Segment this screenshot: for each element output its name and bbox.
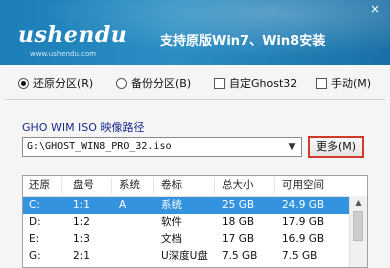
- cell-free: 16.9 GB: [282, 233, 325, 245]
- cell-free: 7.5 GB: [282, 250, 318, 262]
- table-header: 还原 盘号 系统 卷标 总大小 可用空间: [23, 176, 367, 197]
- cell-system: [115, 247, 119, 265]
- column-divider: [153, 178, 154, 194]
- divider: [5, 99, 385, 100]
- column-header-restore[interactable]: 还原: [25, 176, 50, 194]
- cell-volume: 文档: [161, 233, 182, 245]
- cell-total: 7.5 GB: [222, 250, 258, 262]
- installer-window: ushendu www.ushendu.com 支持原版Win7、Win8安装 …: [0, 0, 390, 268]
- cell-free: 24.9 GB: [282, 199, 325, 211]
- restore-partition-radio[interactable]: 还原分区(R): [18, 75, 93, 91]
- header-banner[interactable]: ushendu www.ushendu.com 支持原版Win7、Win8安装 …: [0, 0, 390, 65]
- cell-disk: 1:1: [73, 199, 90, 211]
- cell-volume: 系统: [161, 199, 182, 211]
- cell-disk: 1:2: [73, 216, 90, 228]
- image-path-value: G:\GHOST_WIN8_PRO_32.iso: [27, 141, 172, 152]
- table-row[interactable]: C: 1:1 A 系统 25 GB 24.9 GB: [23, 197, 350, 214]
- cell-volume: 软件: [161, 216, 182, 228]
- manual-checkbox[interactable]: 手动(M): [316, 75, 371, 91]
- checkbox-icon[interactable]: [316, 77, 327, 89]
- restore-partition-label: 还原分区(R): [33, 77, 94, 90]
- cell-drive: E:: [29, 233, 40, 245]
- column-divider: [274, 178, 275, 194]
- radio-checked-icon[interactable]: [18, 77, 29, 89]
- more-button[interactable]: 更多(M): [308, 136, 364, 158]
- column-header-volume[interactable]: 卷标: [157, 176, 182, 194]
- checkbox-icon[interactable]: [214, 77, 225, 89]
- table-row[interactable]: D: 1:2 软件 18 GB 17.9 GB: [23, 214, 350, 231]
- cell-total: 25 GB: [222, 199, 255, 211]
- radio-unchecked-icon[interactable]: [116, 77, 127, 89]
- custom-ghost32-checkbox[interactable]: 自定Ghost32: [214, 75, 297, 91]
- image-path-label: GHO WIM ISO 映像路径: [22, 121, 145, 134]
- scroll-thumb[interactable]: [353, 211, 363, 241]
- table-scrollbar[interactable]: ▲: [349, 196, 367, 267]
- table-row[interactable]: E: 1:3 文档 17 GB 16.9 GB: [23, 231, 350, 248]
- custom-ghost32-label: 自定Ghost32: [229, 77, 298, 90]
- cell-total: 17 GB: [222, 233, 255, 245]
- cell-free: 17.9 GB: [282, 216, 325, 228]
- cell-drive: G:: [29, 250, 41, 262]
- column-header-free[interactable]: 可用空间: [278, 176, 324, 194]
- backup-partition-label: 备份分区(B): [131, 77, 192, 90]
- cell-volume: U深度U盘: [161, 250, 208, 262]
- column-header-disk[interactable]: 盘号: [69, 176, 94, 194]
- column-divider: [61, 178, 62, 194]
- manual-label: 手动(M): [331, 77, 372, 90]
- banner-title: 支持原版Win7、Win8安装: [160, 34, 326, 49]
- table-row[interactable]: G: 2:1 U深度U盘 7.5 GB 7.5 GB: [23, 248, 350, 265]
- ushendu-logo: ushendu: [18, 22, 128, 48]
- chevron-down-icon[interactable]: ▼: [285, 140, 299, 154]
- cell-disk: 2:1: [73, 250, 90, 262]
- mode-options: 还原分区(R) 备份分区(B) 自定Ghost32 手动(M): [0, 73, 390, 95]
- column-divider: [214, 178, 215, 194]
- backup-partition-radio[interactable]: 备份分区(B): [116, 75, 191, 91]
- cell-disk: 1:3: [73, 233, 90, 245]
- cell-total: 18 GB: [222, 216, 255, 228]
- cell-system: [115, 230, 119, 248]
- column-header-total[interactable]: 总大小: [218, 176, 254, 194]
- cell-drive: C:: [29, 199, 40, 211]
- column-header-system[interactable]: 系统: [115, 176, 140, 194]
- cell-system: A: [119, 199, 127, 211]
- main-panel: 还原分区(R) 备份分区(B) 自定Ghost32 手动(M) GHO WIM …: [0, 65, 390, 268]
- image-path-combobox[interactable]: G:\GHOST_WIN8_PRO_32.iso ▼: [22, 137, 302, 157]
- cell-drive: D:: [29, 216, 41, 228]
- scroll-up-icon[interactable]: ▲: [350, 196, 367, 210]
- logo-subtitle: www.ushendu.com: [30, 50, 97, 58]
- cell-system: [115, 213, 119, 231]
- partition-table: 还原 盘号 系统 卷标 总大小 可用空间 C: 1:1 A 系统 25 GB 2…: [22, 175, 368, 268]
- close-icon[interactable]: ×: [368, 2, 382, 16]
- column-divider: [111, 178, 112, 194]
